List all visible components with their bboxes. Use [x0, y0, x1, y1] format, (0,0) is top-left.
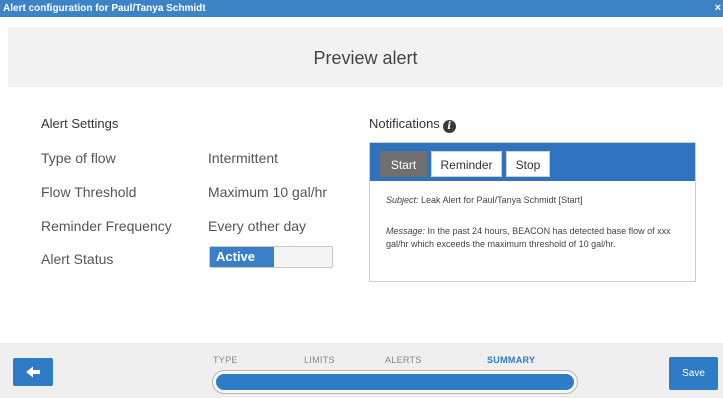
- reminder-frequency-label: Reminder Frequency: [41, 218, 172, 234]
- subject-text: Leak Alert for Paul/Tanya Schmidt [Start…: [418, 195, 583, 205]
- page-title: Preview alert: [313, 48, 418, 68]
- step-limits: LIMITS: [304, 355, 335, 365]
- back-button[interactable]: [13, 358, 53, 386]
- notifications-heading: Notifications i: [369, 116, 456, 133]
- step-summary: SUMMARY: [487, 355, 536, 365]
- alert-status-toggle[interactable]: Active: [209, 246, 333, 268]
- type-of-flow-label: Type of flow: [41, 150, 116, 166]
- notifications-heading-text: Notifications: [369, 116, 440, 131]
- message-label: Message:: [386, 226, 426, 236]
- wizard-footer: TYPE LIMITS ALERTS SUMMARY Save: [0, 343, 723, 398]
- reminder-frequency-value: Every other day: [208, 218, 307, 234]
- step-type: TYPE: [213, 355, 238, 365]
- wizard-progress-bar: [212, 370, 578, 394]
- info-icon[interactable]: i: [442, 120, 456, 133]
- subject-label: Subject:: [386, 195, 419, 205]
- step-alerts: ALERTS: [385, 355, 422, 365]
- notification-tabbar: Start Reminder Stop: [370, 143, 695, 181]
- tab-reminder[interactable]: Reminder: [431, 151, 502, 177]
- alert-status-label: Alert Status: [41, 251, 114, 267]
- notification-subject: Subject: Leak Alert for Paul/Tanya Schmi…: [386, 195, 583, 205]
- message-text: In the past 24 hours, BEACON has detecte…: [386, 226, 671, 249]
- arrow-left-icon: [26, 366, 40, 378]
- window-title: Alert configuration for Paul/Tanya Schmi…: [3, 3, 206, 14]
- tab-stop[interactable]: Stop: [506, 151, 550, 177]
- type-of-flow-value: Intermittent: [208, 150, 279, 166]
- save-button[interactable]: Save: [669, 357, 718, 390]
- tab-start[interactable]: Start: [380, 151, 427, 177]
- flow-threshold-label: Flow Threshold: [41, 184, 137, 200]
- alert-settings-heading: Alert Settings: [41, 116, 119, 131]
- notification-preview-panel: Start Reminder Stop Subject: Leak Alert …: [369, 142, 696, 282]
- flow-threshold-value: Maximum 10 gal/hr: [208, 184, 328, 200]
- window-titlebar: Alert configuration for Paul/Tanya Schmi…: [0, 0, 723, 17]
- notification-message: Message: In the past 24 hours, BEACON ha…: [386, 225, 686, 251]
- close-icon[interactable]: ×: [715, 0, 721, 17]
- alert-status-value: Active: [210, 247, 274, 267]
- wizard-progress-fill: [216, 374, 574, 390]
- page-header: Preview alert: [8, 27, 723, 87]
